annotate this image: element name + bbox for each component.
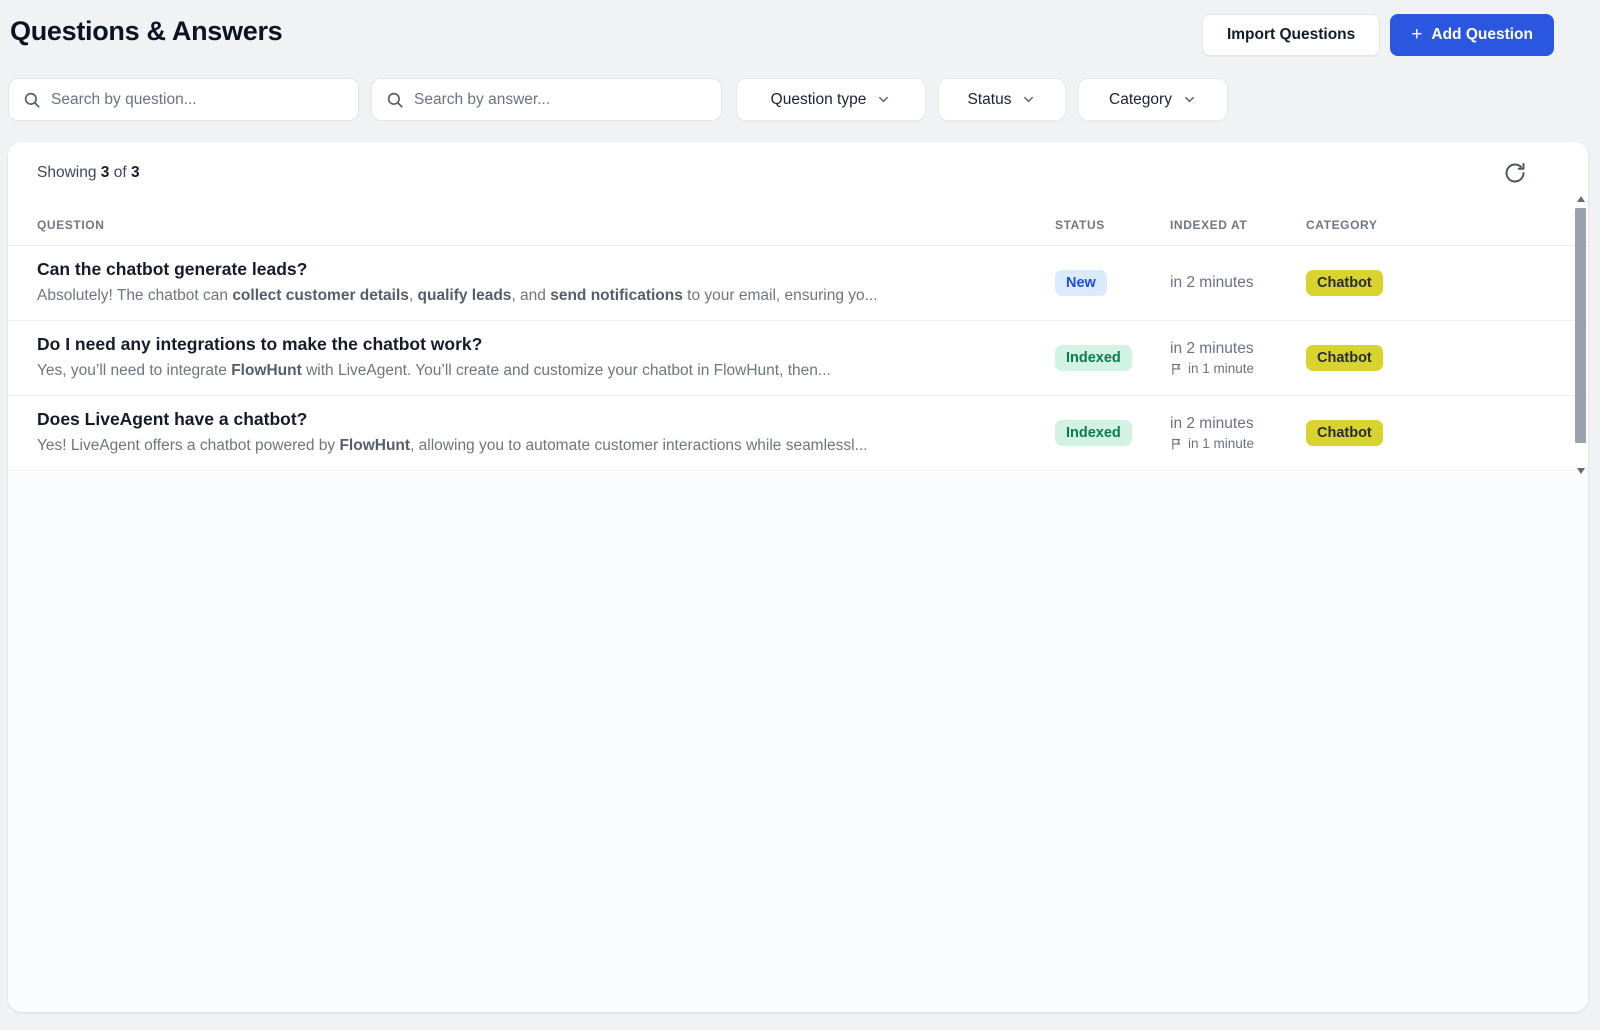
question-cell: Does LiveAgent have a chatbot? Yes! Live… bbox=[37, 409, 1055, 457]
add-question-label: Add Question bbox=[1431, 26, 1533, 43]
question-cell: Do I need any integrations to make the c… bbox=[37, 334, 1055, 382]
questions-table-card: Showing 3 of 3 QUESTION STATUS INDEXED A… bbox=[8, 142, 1588, 1012]
table-toolbar: Showing 3 of 3 bbox=[8, 142, 1588, 204]
indexed-secondary-text: in 1 minute bbox=[1188, 436, 1255, 451]
refresh-button[interactable] bbox=[1502, 160, 1528, 186]
chevron-down-icon bbox=[1184, 96, 1194, 103]
chevron-down-icon bbox=[879, 96, 889, 103]
indexed-at-secondary: in 1 minute bbox=[1170, 361, 1306, 376]
status-cell: New bbox=[1055, 269, 1170, 297]
question-cell: Can the chatbot generate leads? Absolute… bbox=[37, 259, 1055, 307]
category-badge: Chatbot bbox=[1306, 269, 1383, 297]
status-badge: Indexed bbox=[1055, 344, 1132, 372]
search-icon bbox=[24, 92, 40, 108]
scrollbar-up-icon[interactable] bbox=[1576, 196, 1585, 202]
indexed-at-secondary: in 1 minute bbox=[1170, 436, 1306, 451]
add-question-button[interactable]: + Add Question bbox=[1390, 14, 1554, 56]
category-badge: Chatbot bbox=[1306, 419, 1383, 447]
category-cell: Chatbot bbox=[1306, 419, 1558, 447]
flag-icon bbox=[1172, 363, 1181, 375]
question-type-dropdown[interactable]: Question type bbox=[736, 78, 926, 121]
question-answer: Yes! LiveAgent offers a chatbot powered … bbox=[37, 436, 868, 454]
search-answer-input[interactable] bbox=[414, 90, 707, 109]
questions-answers-page: Questions & Answers Import Questions + A… bbox=[0, 0, 1600, 1030]
question-title: Does LiveAgent have a chatbot? bbox=[37, 409, 308, 430]
import-questions-button[interactable]: Import Questions bbox=[1201, 14, 1381, 56]
showing-visible-count: 3 bbox=[100, 164, 110, 181]
question-type-dropdown-label: Question type bbox=[770, 90, 867, 108]
search-icon bbox=[387, 92, 403, 108]
status-badge: New bbox=[1055, 269, 1107, 297]
showing-count: Showing 3 of 3 bbox=[37, 164, 140, 182]
category-cell: Chatbot bbox=[1306, 344, 1558, 372]
indexed-at-primary: in 2 minutes bbox=[1170, 274, 1254, 291]
question-title: Do I need any integrations to make the c… bbox=[37, 334, 483, 355]
table-row[interactable]: Do I need any integrations to make the c… bbox=[8, 321, 1588, 396]
scrollbar-thumb[interactable] bbox=[1575, 208, 1586, 443]
import-questions-label: Import Questions bbox=[1226, 26, 1356, 43]
indexed-at-primary: in 2 minutes bbox=[1170, 340, 1254, 357]
column-header-category: CATEGORY bbox=[1306, 217, 1378, 232]
showing-of: of bbox=[113, 164, 127, 181]
column-header-indexed-at: INDEXED AT bbox=[1170, 217, 1248, 232]
table-header-row: QUESTION STATUS INDEXED AT CATEGORY bbox=[8, 204, 1588, 246]
indexed-at-cell: in 2 minutes in 1 minute bbox=[1170, 415, 1306, 451]
column-header-status: STATUS bbox=[1055, 217, 1105, 232]
questions-table: QUESTION STATUS INDEXED AT CATEGORY Can … bbox=[8, 204, 1588, 471]
chevron-down-icon bbox=[1024, 96, 1034, 103]
table-row[interactable]: Can the chatbot generate leads? Absolute… bbox=[8, 246, 1588, 321]
status-badge: Indexed bbox=[1055, 419, 1132, 447]
showing-total-count: 3 bbox=[130, 164, 140, 181]
table-scrollbar[interactable] bbox=[1575, 196, 1586, 476]
category-dropdown-label: Category bbox=[1109, 90, 1172, 108]
filters-bar: Question type Status Category bbox=[8, 78, 1600, 121]
search-question-input[interactable] bbox=[51, 90, 344, 109]
category-badge: Chatbot bbox=[1306, 344, 1383, 372]
refresh-icon bbox=[1505, 163, 1525, 183]
status-cell: Indexed bbox=[1055, 344, 1170, 372]
status-dropdown-label: Status bbox=[967, 90, 1012, 108]
column-header-question: QUESTION bbox=[37, 217, 105, 232]
category-dropdown[interactable]: Category bbox=[1078, 78, 1228, 121]
category-cell: Chatbot bbox=[1306, 269, 1558, 297]
flag-icon bbox=[1172, 438, 1181, 450]
plus-icon: + bbox=[1411, 23, 1423, 45]
page-title: Questions & Answers bbox=[10, 16, 283, 46]
table-body: Can the chatbot generate leads? Absolute… bbox=[8, 246, 1588, 471]
question-answer: Yes, you’ll need to integrate FlowHunt w… bbox=[37, 361, 831, 379]
indexed-at-primary: in 2 minutes bbox=[1170, 415, 1254, 432]
indexed-at-cell: in 2 minutes in 1 minute bbox=[1170, 340, 1306, 376]
question-answer: Absolutely! The chatbot can collect cust… bbox=[37, 286, 878, 304]
status-cell: Indexed bbox=[1055, 419, 1170, 447]
scrollbar-down-icon[interactable] bbox=[1576, 468, 1585, 474]
showing-prefix: Showing bbox=[37, 164, 97, 181]
header-actions: Import Questions + Add Question bbox=[1201, 14, 1554, 56]
table-row[interactable]: Does LiveAgent have a chatbot? Yes! Live… bbox=[8, 396, 1588, 471]
indexed-at-cell: in 2 minutes bbox=[1170, 274, 1306, 292]
indexed-secondary-text: in 1 minute bbox=[1188, 361, 1255, 376]
search-by-question-box bbox=[8, 78, 359, 121]
search-by-answer-box bbox=[371, 78, 722, 121]
status-dropdown[interactable]: Status bbox=[938, 78, 1066, 121]
card-empty-area bbox=[8, 471, 1588, 1012]
question-title: Can the chatbot generate leads? bbox=[37, 259, 308, 280]
